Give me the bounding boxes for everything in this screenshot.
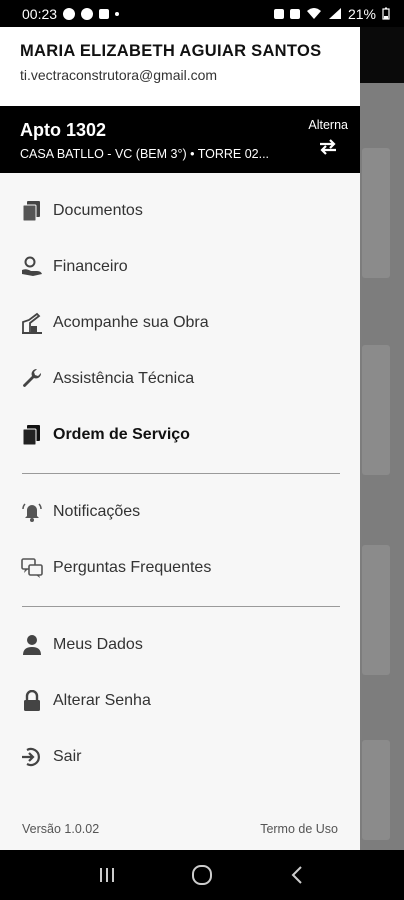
menu-item-alterar-senha[interactable]: Alterar Senha (0, 673, 360, 729)
menu-item-label: Meus Dados (53, 636, 143, 653)
version-label: Versão 1.0.02 (22, 822, 100, 836)
user-icon (21, 634, 43, 656)
signal-icon (328, 8, 341, 19)
home-button[interactable] (182, 855, 222, 895)
switch-unit-button[interactable]: Alterna (308, 118, 348, 155)
user-name: MARIA ELIZABETH AGUIAR SANTOS (20, 42, 322, 60)
wifi-icon (306, 8, 321, 19)
status-bar: 00:23 21% (0, 0, 404, 27)
user-email: ti.vectraconstrutora@gmail.com (20, 67, 218, 83)
back-icon (291, 866, 302, 884)
status-time: 00:23 (22, 5, 58, 22)
menu-item-label: Financeiro (53, 258, 128, 275)
menu-item-label: Acompanhe sua Obra (53, 314, 209, 331)
background-card (362, 740, 390, 840)
menu-item-notificacoes[interactable]: Notificações (0, 484, 360, 540)
menu-item-acompanhe-obra[interactable]: Acompanhe sua Obra (0, 295, 360, 351)
finance-icon (21, 256, 43, 278)
swap-arrows-icon (320, 139, 337, 155)
switch-unit-label: Alterna (308, 118, 348, 132)
menu-divider (22, 473, 340, 474)
menu-item-label: Perguntas Frequentes (53, 559, 212, 576)
battery-icon (382, 7, 390, 20)
back-button[interactable] (277, 855, 317, 895)
menu-item-label: Sair (53, 748, 82, 765)
system-nav-bar (0, 850, 404, 900)
recent-apps-button[interactable] (87, 855, 127, 895)
menu-item-financeiro[interactable]: Financeiro (0, 239, 360, 295)
home-icon (191, 865, 212, 885)
unit-subtitle: CASA BATLLO - VC (BEM 3°) • TORRE 02... (20, 147, 270, 161)
more-notifications-icon (115, 11, 120, 16)
terms-link[interactable]: Termo de Uso (260, 822, 338, 850)
construction-icon (21, 312, 43, 334)
menu-item-perguntas-frequentes[interactable]: Perguntas Frequentes (0, 540, 360, 596)
recent-apps-icon (100, 868, 115, 882)
navigation-drawer: MARIA ELIZABETH AGUIAR SANTOS ti.vectrac… (0, 27, 360, 850)
bell-icon (21, 501, 43, 523)
battery-percent: 21% (347, 5, 376, 22)
notification-icon (63, 7, 76, 20)
unit-title: Apto 1302 (20, 120, 107, 140)
weather-icon (99, 8, 110, 19)
drawer-user-header: MARIA ELIZABETH AGUIAR SANTOS ti.vectrac… (0, 27, 360, 106)
background-card (362, 545, 390, 675)
documents-icon (21, 200, 43, 222)
menu-item-sair[interactable]: Sair (0, 729, 360, 785)
mute-icon (289, 8, 300, 19)
menu-item-label: Alterar Senha (53, 692, 151, 709)
logout-icon (21, 746, 43, 768)
menu-item-documentos[interactable]: Documentos (0, 183, 360, 239)
service-order-icon (21, 424, 43, 446)
menu-item-label: Assistência Técnica (53, 370, 195, 387)
drawer-menu: Documentos Financeiro Acompanhe sua Obra… (0, 173, 360, 785)
app-icon (81, 7, 94, 20)
drawer-footer: Versão 1.0.02 Termo de Uso (0, 822, 360, 850)
faq-icon (21, 557, 43, 579)
menu-item-label: Ordem de Serviço (53, 426, 190, 443)
wrench-icon (21, 368, 43, 390)
menu-divider (22, 606, 340, 607)
menu-item-assistencia-tecnica[interactable]: Assistência Técnica (0, 351, 360, 407)
menu-item-ordem-servico[interactable]: Ordem de Serviço (0, 407, 360, 463)
menu-item-meus-dados[interactable]: Meus Dados (0, 617, 360, 673)
alarm-icon (273, 8, 284, 19)
menu-item-label: Documentos (53, 202, 143, 219)
background-card (362, 345, 390, 475)
lock-icon (21, 690, 43, 712)
background-card (362, 148, 390, 278)
unit-selector: Apto 1302 CASA BATLLO - VC (BEM 3°) • TO… (0, 106, 360, 173)
menu-item-label: Notificações (53, 503, 141, 520)
